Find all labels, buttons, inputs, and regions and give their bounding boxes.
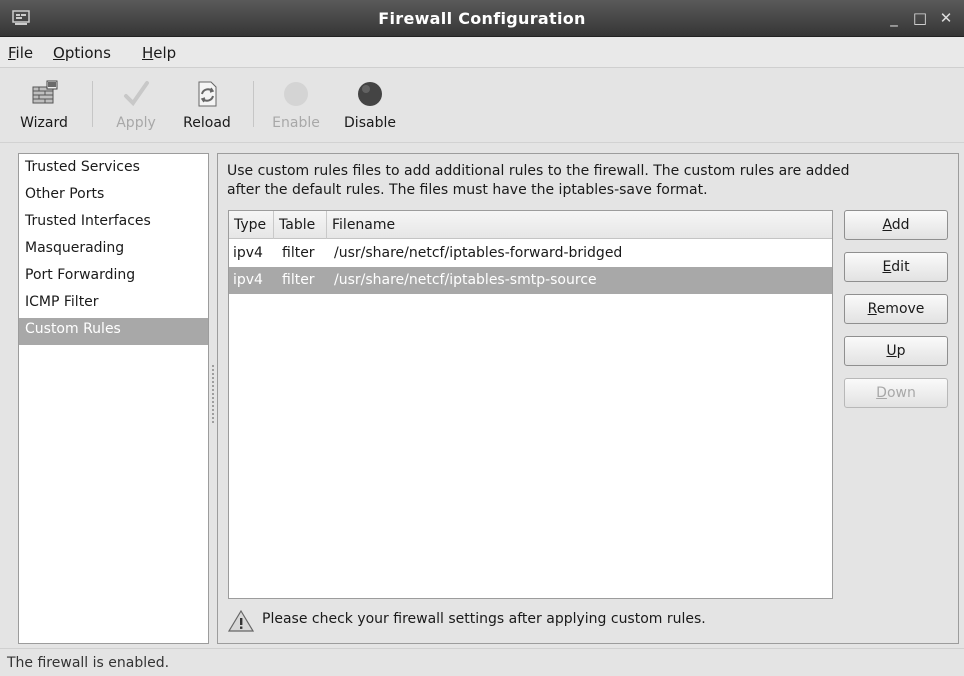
menu-options[interactable]: Options xyxy=(53,44,111,62)
sidebar-item-custom-rules[interactable]: Custom Rules xyxy=(19,318,208,345)
enable-icon xyxy=(284,82,308,106)
toolbar-separator xyxy=(253,81,254,127)
cell-table: filter xyxy=(282,245,315,261)
table-header: Type Table Filename xyxy=(229,211,832,239)
table-row[interactable]: ipv4 filter /usr/share/netcf/iptables-fo… xyxy=(229,240,832,267)
menu-help-label-rest: elp xyxy=(153,44,177,62)
reload-icon xyxy=(198,81,217,107)
enable-button[interactable]: Enable xyxy=(262,69,330,143)
down-button[interactable]: Down xyxy=(844,378,948,408)
description-line-1: Use custom rules files to add additional… xyxy=(227,163,850,179)
warning-message: Please check your firewall settings afte… xyxy=(228,605,828,635)
description-line-2: after the default rules. The files must … xyxy=(227,182,708,198)
sidebar-item-masquerading[interactable]: Masquerading xyxy=(19,237,208,264)
cell-type: ipv4 xyxy=(233,272,263,288)
checkmark-icon xyxy=(124,81,149,107)
sidebar-item-other-ports[interactable]: Other Ports xyxy=(19,183,208,210)
status-bar: The firewall is enabled. xyxy=(0,648,964,676)
column-header-type[interactable]: Type xyxy=(229,211,274,239)
column-header-filename[interactable]: Filename xyxy=(327,211,832,239)
edit-button[interactable]: Edit xyxy=(844,252,948,282)
apply-label: Apply xyxy=(116,115,156,131)
cell-filename: /usr/share/netcf/iptables-smtp-source xyxy=(334,272,597,288)
disable-button[interactable]: Disable xyxy=(332,69,408,143)
sidebar-item-port-forwarding[interactable]: Port Forwarding xyxy=(19,264,208,291)
category-list: Trusted Services Other Ports Trusted Int… xyxy=(18,153,209,644)
toolbar-separator xyxy=(92,81,93,127)
add-button[interactable]: Add xyxy=(844,210,948,240)
menu-help[interactable]: Help xyxy=(142,44,176,62)
toolbar: Wizard Apply Reload Enable Disable xyxy=(0,69,964,143)
warning-icon xyxy=(228,609,254,632)
reload-button[interactable]: Reload xyxy=(172,69,242,143)
status-text: The firewall is enabled. xyxy=(7,655,170,671)
enable-label: Enable xyxy=(272,115,320,131)
minimize-icon[interactable]: _ xyxy=(885,9,903,27)
window-title: Firewall Configuration xyxy=(378,9,586,28)
custom-rules-panel: Use custom rules files to add additional… xyxy=(217,153,959,644)
sidebar-item-trusted-services[interactable]: Trusted Services xyxy=(19,156,208,183)
main-area: Trusted Services Other Ports Trusted Int… xyxy=(0,144,964,646)
cell-type: ipv4 xyxy=(233,245,263,261)
reload-label: Reload xyxy=(183,115,231,131)
up-button[interactable]: Up xyxy=(844,336,948,366)
warning-text: Please check your firewall settings afte… xyxy=(262,611,706,627)
description-text: Use custom rules files to add additional… xyxy=(227,162,947,200)
column-header-table[interactable]: Table xyxy=(274,211,327,239)
cell-filename: /usr/share/netcf/iptables-forward-bridge… xyxy=(334,245,623,261)
sidebar-item-icmp-filter[interactable]: ICMP Filter xyxy=(19,291,208,318)
table-row[interactable]: ipv4 filter /usr/share/netcf/iptables-sm… xyxy=(229,267,832,294)
menu-file[interactable]: File xyxy=(8,44,33,62)
remove-button[interactable]: Remove xyxy=(844,294,948,324)
disable-icon xyxy=(358,82,382,106)
title-bar[interactable]: Firewall Configuration _ □ ✕ xyxy=(0,0,964,37)
disable-label: Disable xyxy=(344,115,396,131)
wizard-label: Wizard xyxy=(20,115,68,131)
apply-button[interactable]: Apply xyxy=(100,69,172,143)
pane-resize-handle[interactable] xyxy=(211,364,215,424)
rules-table[interactable]: Type Table Filename ipv4 filter /usr/sha… xyxy=(228,210,833,599)
sidebar-item-trusted-interfaces[interactable]: Trusted Interfaces xyxy=(19,210,208,237)
close-icon[interactable]: ✕ xyxy=(937,9,955,27)
maximize-icon[interactable]: □ xyxy=(911,9,929,27)
cell-table: filter xyxy=(282,272,315,288)
wizard-button[interactable]: Wizard xyxy=(4,69,84,143)
wizard-icon xyxy=(32,80,58,104)
menu-bar: File Options Help xyxy=(0,37,964,68)
menu-file-label-rest: ile xyxy=(15,44,34,62)
menu-options-label-rest: ptions xyxy=(64,44,111,62)
